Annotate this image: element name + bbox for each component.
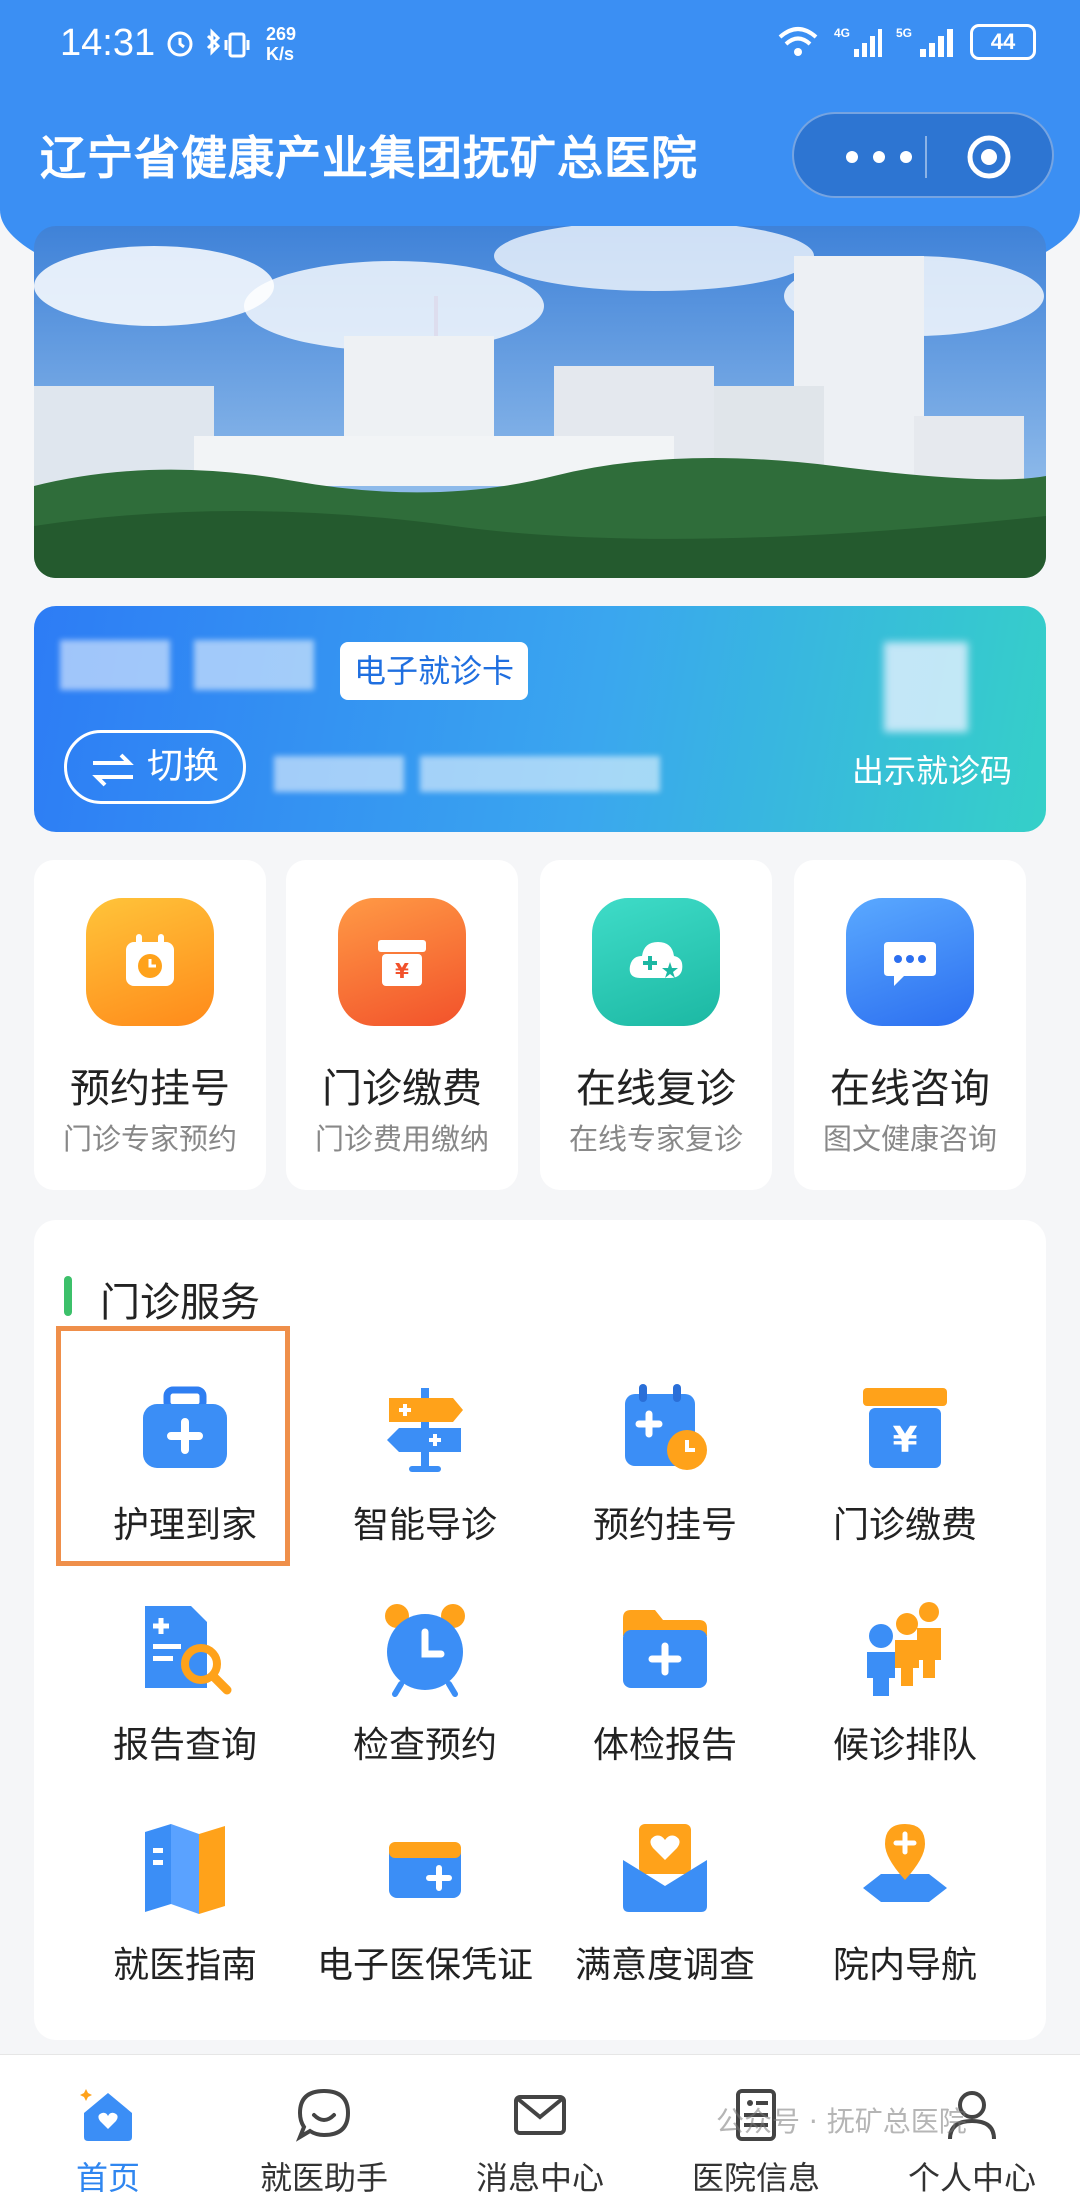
wifi-icon [778,27,818,56]
signal-4g-icon: 4G [834,26,882,57]
capsule-divider [925,136,927,178]
watermark-text: 公众号 · 抚矿总医院 [716,2105,967,2138]
status-right: 4G 5G 44 [776,24,1036,60]
chat-bubble-icon [846,898,974,1026]
service-satisfaction-survey[interactable]: 满意度调查 [550,1818,780,2018]
quick-card-consult[interactable]: 在线咨询 图文健康咨询 [794,860,1026,1190]
more-icon[interactable] [834,142,924,172]
mail-icon [514,2095,566,2135]
service-checkup-report[interactable]: 体检报告 [550,1598,780,1798]
signpost-icon [387,1388,463,1472]
highlight-box [56,1326,290,1566]
calendar-plus-icon [625,1384,707,1470]
service-smart-triage[interactable]: 智能导诊 [310,1378,540,1578]
svg-text:5G: 5G [896,26,912,40]
section-title: 门诊服务 [64,1270,260,1328]
service-appointment[interactable]: 预约挂号 [550,1378,780,1578]
map-guide-icon [145,1824,225,1914]
blurred-id [194,640,314,690]
folder-plus-icon [623,1610,707,1688]
quick-title: 门诊缴费 [322,1066,482,1112]
service-payment[interactable]: ¥ 门诊缴费 [790,1378,1020,1578]
service-exam-booking[interactable]: 检查预约 [310,1598,540,1798]
service-queue[interactable]: 候诊排队 [790,1598,1020,1798]
yuan-box-icon: ¥ [863,1388,947,1468]
quick-subtitle: 在线专家复诊 [568,1122,743,1156]
quick-title: 在线咨询 [830,1066,990,1112]
yuan-box-icon: ¥ [338,898,466,1026]
close-miniprogram-icon[interactable] [964,132,1014,182]
queue-people-icon [867,1602,941,1696]
blurred-qr [884,642,968,732]
service-report-query[interactable]: 报告查询 [70,1598,300,1798]
signal-5g-icon: 5G [896,26,953,57]
network-speed: 269 K/s [266,24,297,64]
cloud-plus-icon [592,898,720,1026]
show-code-link[interactable]: 出示就诊码 [852,746,1012,792]
quick-subtitle: 门诊费用缴纳 [314,1122,489,1156]
quick-card-payment[interactable]: ¥ 门诊缴费 门诊费用缴纳 [286,860,518,1190]
service-indoor-navigation[interactable]: 院内导航 [790,1818,1020,2018]
switch-card-button[interactable]: 切换 [64,730,246,804]
swap-arrows-icon [92,753,134,787]
quick-title: 在线复诊 [576,1066,736,1112]
battery-indicator: 44 [970,24,1036,60]
report-search-icon [145,1606,232,1695]
quick-subtitle: 门诊专家预约 [62,1122,237,1156]
quick-subtitle: 图文健康咨询 [822,1122,997,1156]
tab-medical-assistant[interactable]: 就医助手 [216,2055,432,2204]
tab-home[interactable]: 首页 [0,2055,216,2204]
service-guide[interactable]: 就医指南 [70,1818,300,2018]
blurred-card-number [274,756,404,792]
calendar-clock-icon [86,898,214,1026]
medical-card[interactable]: 电子就诊卡 切换 出示就诊码 [34,606,1046,832]
card-type-tag: 电子就诊卡 [340,642,529,700]
app-title: 辽宁省健康产业集团抚矿总医院 [40,131,698,185]
quick-card-appointment[interactable]: 预约挂号 门诊专家预约 [34,860,266,1190]
svg-text:¥: ¥ [395,959,409,983]
home-icon [80,2089,132,2141]
svg-text:4G: 4G [834,26,850,40]
svg-text:¥: ¥ [892,1420,917,1461]
alarm-bluetooth-vibrate-icons [167,28,250,58]
alarm-clock-icon [385,1604,465,1697]
location-pin-icon [863,1824,947,1902]
miniprogram-capsule [792,112,1054,198]
hospital-banner-image[interactable] [34,226,1046,578]
blurred-name [60,640,170,690]
insurance-card-icon [389,1842,461,1898]
status-bar: 14:31 269 K/s 4G 5G 44 [0,0,1080,90]
heart-envelope-icon [623,1824,707,1912]
quick-title: 预约挂号 [70,1066,230,1112]
section-marker [64,1276,72,1316]
quick-card-revisit[interactable]: 在线复诊 在线专家复诊 [540,860,772,1190]
service-insurance-voucher[interactable]: 电子医保凭证 [310,1818,540,2018]
chat-smile-icon [295,2088,351,2142]
blurred-card-number-2 [420,756,660,792]
tab-message-center[interactable]: 消息中心 [432,2055,648,2204]
clock: 14:31 [60,22,156,64]
